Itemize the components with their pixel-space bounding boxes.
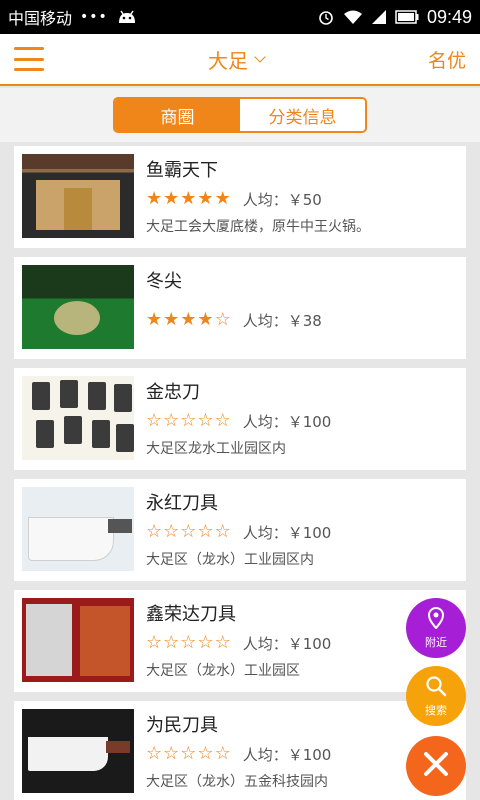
- star-rating: ☆ ☆ ☆ ☆ ☆: [146, 634, 231, 652]
- merchant-address: 大足区（龙水）工业园区内: [146, 552, 314, 568]
- brand-label[interactable]: 名优: [428, 46, 466, 73]
- merchant-name: 永红刀具: [146, 493, 218, 514]
- star-outline-icon: ☆: [197, 410, 214, 431]
- merchant-name: 为民刀具: [146, 715, 218, 736]
- search-label: 搜索: [425, 703, 447, 717]
- star-outline-icon: ☆: [214, 743, 231, 764]
- star-outline-icon: ☆: [214, 632, 231, 653]
- nearby-button[interactable]: 附近: [406, 598, 466, 658]
- list-item[interactable]: 金忠刀 ☆ ☆ ☆ ☆ ☆ 人均：￥100 大足区龙水工业园区内: [14, 368, 466, 470]
- star-filled-icon: ★: [197, 188, 214, 209]
- star-outline-icon: ☆: [214, 410, 231, 431]
- android-icon: [116, 10, 138, 24]
- star-outline-icon: ☆: [146, 410, 163, 431]
- signal-dots: •••: [80, 9, 108, 25]
- search-button[interactable]: 搜索: [406, 666, 466, 726]
- hamburger-icon[interactable]: [14, 47, 44, 71]
- merchant-thumbnail: [22, 265, 134, 349]
- star-outline-icon: ☆: [180, 632, 197, 653]
- star-rating: ☆ ☆ ☆ ☆ ☆: [146, 745, 231, 763]
- cell-signal-icon: [371, 9, 387, 25]
- merchant-thumbnail: [22, 598, 134, 682]
- avg-price: 人均：￥100: [242, 634, 332, 653]
- star-outline-icon: ☆: [146, 521, 163, 542]
- star-outline-icon: ☆: [180, 410, 197, 431]
- merchant-name: 冬尖: [146, 271, 182, 292]
- star-rating: ★ ★ ★ ★ ★: [146, 190, 231, 208]
- star-outline-icon: ☆: [180, 743, 197, 764]
- avg-price: 人均：￥38: [242, 311, 322, 330]
- star-outline-icon: ☆: [197, 632, 214, 653]
- merchant-name: 金忠刀: [146, 382, 200, 403]
- star-outline-icon: ☆: [163, 743, 180, 764]
- close-button[interactable]: [406, 736, 466, 796]
- merchant-name: 鱼霸天下: [146, 160, 218, 181]
- city-selector[interactable]: 大足: [207, 45, 266, 74]
- star-outline-icon: ☆: [197, 521, 214, 542]
- battery-icon: [395, 10, 419, 24]
- close-icon: [421, 749, 451, 783]
- star-outline-icon: ☆: [214, 521, 231, 542]
- star-outline-icon: ☆: [197, 743, 214, 764]
- star-outline-icon: ☆: [146, 632, 163, 653]
- nearby-label: 附近: [425, 635, 447, 649]
- merchant-thumbnail: [22, 376, 134, 460]
- merchant-list: 鱼霸天下 ★ ★ ★ ★ ★ 人均：￥50 大足工会大厦底楼，原牛中王火锅。 冬尖 ★ ★…: [14, 146, 466, 800]
- star-filled-icon: ★: [146, 309, 163, 330]
- avg-price: 人均：￥50: [242, 190, 322, 209]
- alarm-icon: [317, 8, 335, 26]
- avg-price: 人均：￥100: [242, 523, 332, 542]
- star-outline-icon: ☆: [163, 410, 180, 431]
- star-filled-icon: ★: [180, 188, 197, 209]
- star-rating: ☆ ☆ ☆ ☆ ☆: [146, 523, 231, 541]
- search-icon: [425, 675, 447, 701]
- avg-price: 人均：￥100: [242, 745, 332, 764]
- star-filled-icon: ★: [197, 309, 214, 330]
- star-outline-icon: ☆: [163, 632, 180, 653]
- star-outline-icon: ☆: [163, 521, 180, 542]
- list-item[interactable]: 永红刀具 ☆ ☆ ☆ ☆ ☆ 人均：￥100 大足区（龙水）工业园区内: [14, 479, 466, 581]
- app-header: 大足 名优: [0, 34, 480, 86]
- merchant-thumbnail: [22, 487, 134, 571]
- merchant-address: 大足区龙水工业园区内: [146, 441, 286, 457]
- merchant-thumbnail: [22, 154, 134, 238]
- merchant-address: 大足工会大厦底楼，原牛中王火锅。: [146, 219, 370, 235]
- clock: 09:49: [426, 6, 472, 27]
- list-item[interactable]: 鱼霸天下 ★ ★ ★ ★ ★ 人均：￥50 大足工会大厦底楼，原牛中王火锅。: [14, 146, 466, 248]
- tab-business-district[interactable]: 商圈: [115, 99, 240, 131]
- star-rating: ★ ★ ★ ★ ☆: [146, 311, 231, 329]
- star-filled-icon: ★: [146, 188, 163, 209]
- avg-price: 人均：￥100: [242, 412, 332, 431]
- star-outline-icon: ☆: [214, 309, 231, 330]
- list-item[interactable]: 为民刀具 ☆ ☆ ☆ ☆ ☆ 人均：￥100 大足区（龙水）五金科技园内: [14, 701, 466, 800]
- tab-categories[interactable]: 分类信息: [240, 99, 365, 131]
- star-outline-icon: ☆: [146, 743, 163, 764]
- star-outline-icon: ☆: [180, 521, 197, 542]
- list-item[interactable]: 鑫荣达刀具 ☆ ☆ ☆ ☆ ☆ 人均：￥100 大足区（龙水）工业园区: [14, 590, 466, 692]
- star-filled-icon: ★: [214, 188, 231, 209]
- list-item[interactable]: 冬尖 ★ ★ ★ ★ ☆ 人均：￥38: [14, 257, 466, 359]
- star-filled-icon: ★: [163, 309, 180, 330]
- wifi-icon: [343, 9, 363, 25]
- star-filled-icon: ★: [163, 188, 180, 209]
- tab-bar: 商圈 分类信息: [0, 88, 480, 142]
- merchant-thumbnail: [22, 709, 134, 793]
- segmented-control: 商圈 分类信息: [113, 97, 367, 133]
- chevron-down-icon: [254, 51, 266, 63]
- location-pin-icon: [426, 606, 446, 633]
- star-rating: ☆ ☆ ☆ ☆ ☆: [146, 412, 231, 430]
- carrier-label: 中国移动: [8, 9, 73, 28]
- city-label: 大足: [207, 48, 248, 73]
- status-bar: 中国移动 ••• 09:49: [0, 0, 480, 34]
- star-filled-icon: ★: [180, 309, 197, 330]
